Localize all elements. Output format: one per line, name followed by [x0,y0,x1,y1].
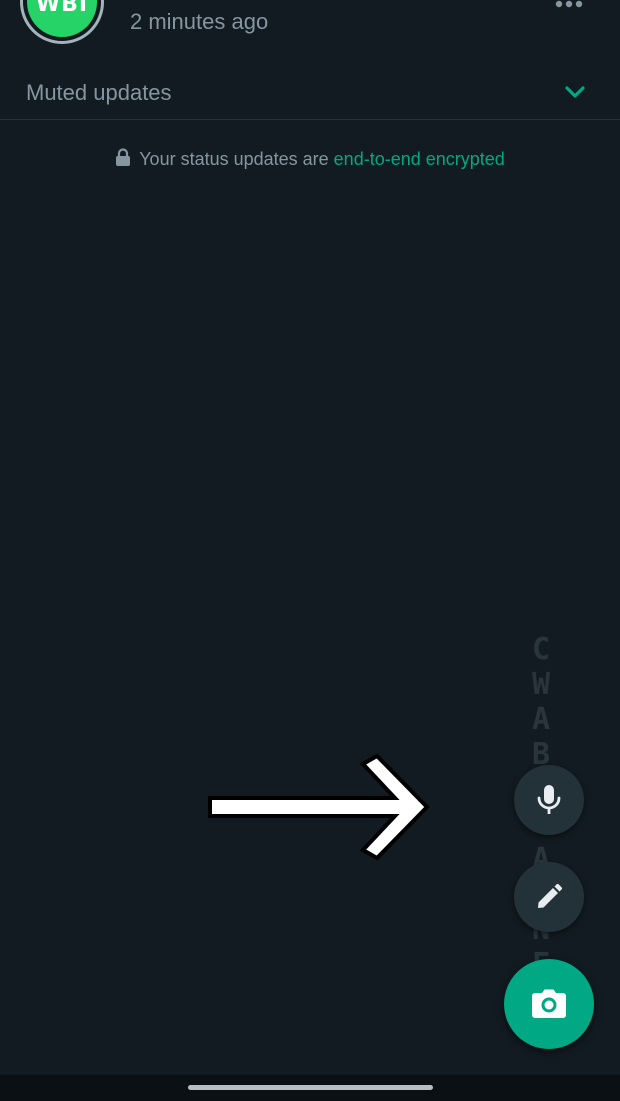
voice-status-button[interactable] [514,765,584,835]
avatar-logo-text: WBI [35,0,89,17]
watermark-letter: C [531,632,551,667]
muted-updates-toggle[interactable]: Muted updates [0,64,620,120]
system-navigation-bar [0,1075,620,1101]
more-horizontal-icon[interactable] [554,0,584,10]
watermark-letter: A [531,702,551,737]
pencil-icon [538,884,562,908]
avatar-image: WBI [27,0,97,37]
avatar[interactable]: WBI [20,0,104,44]
text-status-button[interactable] [514,862,584,932]
chevron-down-icon[interactable] [562,82,588,102]
lock-icon [116,148,131,166]
encryption-notice: Your status updates are end-to-end encry… [0,148,620,174]
encryption-text: Your status updates are [139,149,334,169]
status-list-item[interactable]: WBI 2 minutes ago [0,0,620,60]
watermark-letter: W [531,667,551,702]
right-arrow-icon [208,753,430,861]
camera-status-button[interactable] [504,959,594,1049]
muted-updates-label: Muted updates [26,80,172,105]
status-screen: WBI 2 minutes ago Muted updates Your sta… [0,0,620,1101]
encryption-link[interactable]: end-to-end encrypted [334,149,505,169]
status-timestamp: 2 minutes ago [130,9,269,34]
microphone-icon [537,785,561,814]
camera-icon [532,989,566,1018]
home-indicator[interactable] [188,1085,433,1090]
